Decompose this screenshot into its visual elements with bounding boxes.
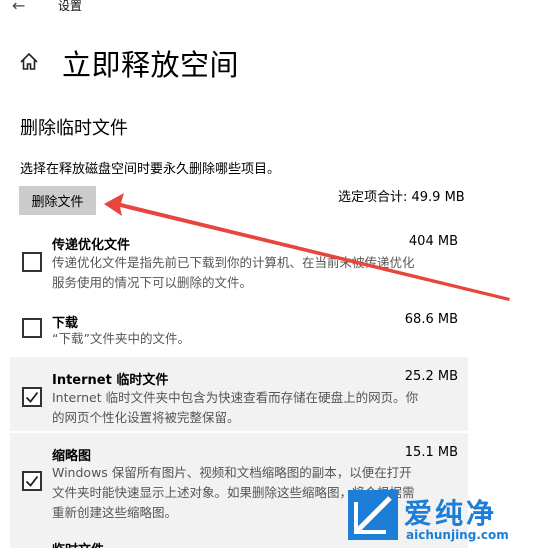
- settings-page: ← 设置 立即释放空间 删除临时文件 选择在释放磁盘空间时要永久删除哪些项目。 …: [0, 0, 536, 548]
- watermark-url: aichunjing.com: [406, 528, 509, 542]
- red-arrow-annotation: [104, 193, 510, 301]
- watermark-text: 爱纯净: [404, 497, 498, 530]
- logo-mark: [348, 490, 398, 540]
- watermark-logo: 爱纯净 aichunjing.com: [342, 484, 536, 548]
